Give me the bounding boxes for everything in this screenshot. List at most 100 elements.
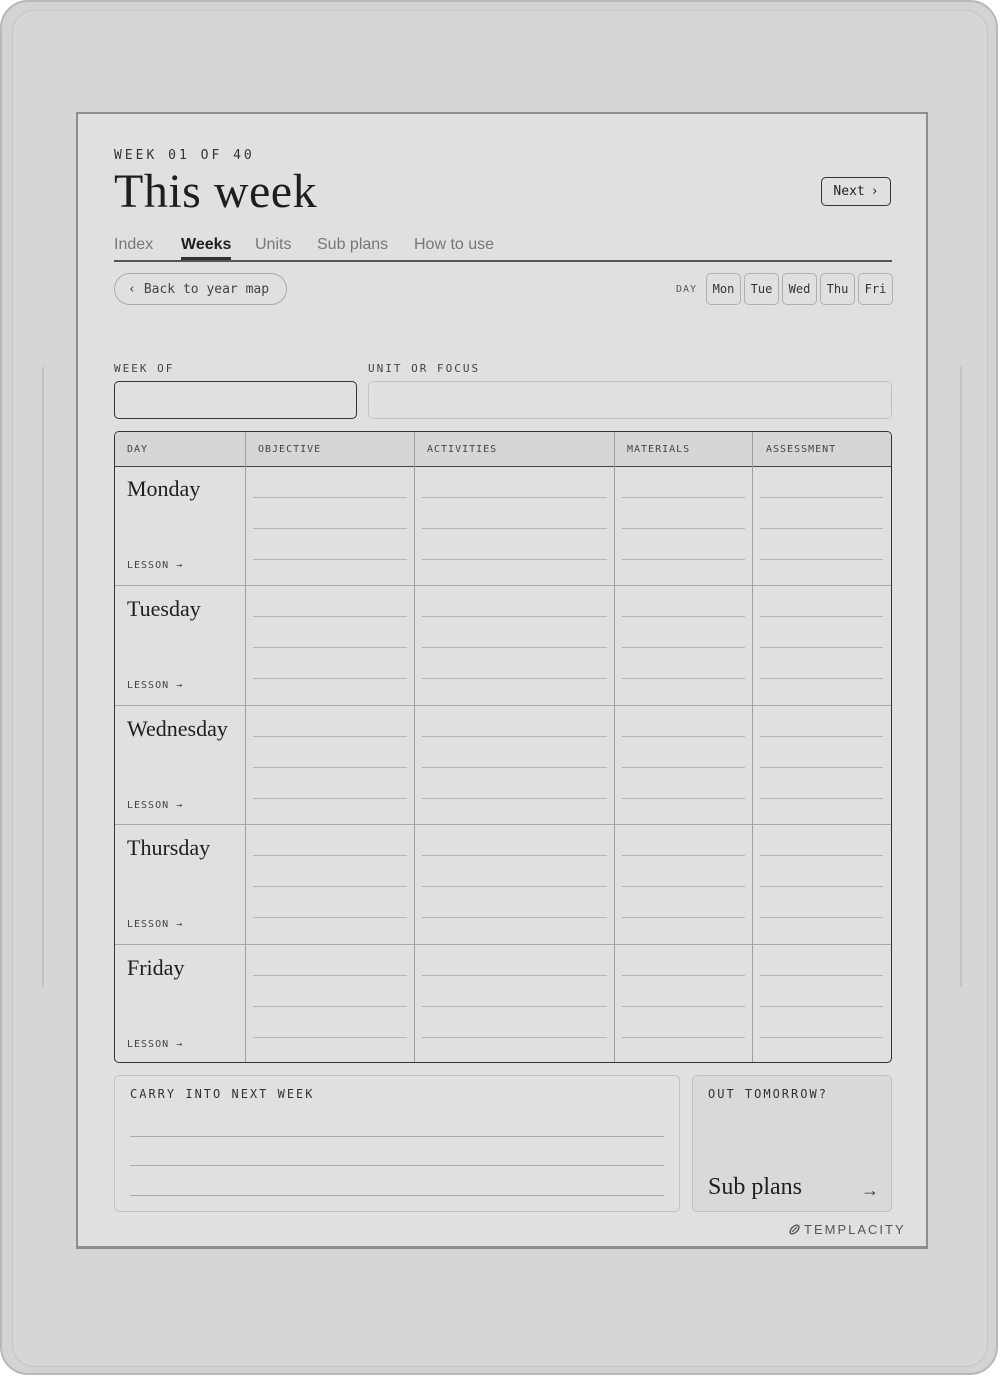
next-button[interactable]: Next ›	[821, 177, 891, 206]
day-pill-mon[interactable]: Mon	[706, 273, 741, 305]
tab-how-to-use[interactable]: How to use	[414, 236, 494, 254]
table-row[interactable]: Thursday LESSON →	[115, 824, 891, 944]
writing-line	[422, 917, 607, 918]
sub-plans-card[interactable]: OUT TOMORROW? Sub plans →	[692, 1075, 892, 1212]
day-name: Monday	[127, 476, 201, 501]
writing-line	[760, 798, 883, 799]
unit-focus-field[interactable]	[368, 381, 892, 419]
writing-line	[760, 855, 883, 856]
day-name: Wednesday	[127, 716, 228, 741]
lesson-link[interactable]: LESSON →	[127, 680, 183, 691]
writing-line	[422, 886, 607, 887]
column-divider	[752, 432, 753, 1062]
paperclip-icon	[789, 1224, 800, 1235]
writing-line	[622, 1037, 745, 1038]
table-row[interactable]: Wednesday LESSON →	[115, 705, 891, 825]
writing-line	[422, 767, 607, 768]
writing-line	[253, 616, 407, 617]
writing-line	[253, 736, 407, 737]
writing-line	[253, 1037, 407, 1038]
day-name: Friday	[127, 955, 185, 980]
day-pill-tue[interactable]: Tue	[744, 273, 779, 305]
writing-line	[253, 975, 407, 976]
writing-line	[422, 559, 607, 560]
arrow-right-icon: →	[861, 1180, 879, 1200]
lesson-link[interactable]: LESSON →	[127, 919, 183, 930]
column-divider	[614, 432, 615, 1062]
writing-line	[622, 975, 745, 976]
writing-line	[422, 975, 607, 976]
col-head-materials: MATERIALS	[627, 444, 691, 455]
writing-line	[422, 855, 607, 856]
lesson-link[interactable]: LESSON →	[127, 800, 183, 811]
writing-line	[760, 917, 883, 918]
brand-name: TEMPLACITY	[804, 1222, 906, 1237]
table-row[interactable]: Friday LESSON →	[115, 944, 891, 1062]
writing-line	[622, 1006, 745, 1007]
table-row[interactable]: Monday LESSON →	[115, 466, 891, 585]
tab-index[interactable]: Index	[114, 236, 153, 254]
writing-line	[253, 497, 407, 498]
day-pill-thu[interactable]: Thu	[820, 273, 855, 305]
next-button-label: Next	[833, 184, 865, 199]
writing-line	[622, 559, 745, 560]
writing-line	[760, 497, 883, 498]
planner-page: WEEK 01 OF 40 This week Next › Index Wee…	[76, 112, 928, 1249]
day-name: Thursday	[127, 835, 211, 860]
table-header: DAY OBJECTIVE ACTIVITIES MATERIALS ASSES…	[115, 432, 891, 467]
back-button-label: Back to year map	[143, 281, 270, 297]
writing-line	[422, 1006, 607, 1007]
day-pill-wed[interactable]: Wed	[782, 273, 817, 305]
out-tomorrow-label: OUT TOMORROW?	[708, 1087, 828, 1101]
writing-line	[622, 497, 745, 498]
writing-line	[253, 798, 407, 799]
writing-line	[760, 736, 883, 737]
week-of-label: WEEK OF	[114, 362, 175, 375]
lesson-link[interactable]: LESSON →	[127, 1039, 183, 1050]
day-pill-fri[interactable]: Fri	[858, 273, 893, 305]
writing-line	[622, 886, 745, 887]
writing-line	[622, 798, 745, 799]
writing-line	[760, 886, 883, 887]
writing-line	[422, 616, 607, 617]
writing-line	[622, 528, 745, 529]
bezel-groove-left	[42, 367, 44, 987]
writing-line	[622, 647, 745, 648]
back-to-year-map-button[interactable]: ‹ Back to year map	[114, 273, 287, 305]
writing-line	[253, 678, 407, 679]
col-head-day: DAY	[127, 444, 149, 455]
col-head-objective: OBJECTIVE	[258, 444, 322, 455]
writing-line	[622, 616, 745, 617]
unit-focus-label: UNIT OR FOCUS	[368, 362, 481, 375]
table-row[interactable]: Tuesday LESSON →	[115, 585, 891, 705]
writing-line	[760, 559, 883, 560]
page-title: This week	[114, 165, 318, 218]
writing-line	[253, 855, 407, 856]
col-head-assessment: ASSESSMENT	[766, 444, 837, 455]
writing-line	[622, 917, 745, 918]
writing-line	[760, 1037, 883, 1038]
tab-weeks[interactable]: Weeks	[181, 236, 232, 260]
bezel-groove-right	[960, 367, 962, 987]
writing-line	[253, 767, 407, 768]
tab-sub-plans[interactable]: Sub plans	[317, 236, 388, 254]
writing-line	[622, 855, 745, 856]
writing-line	[253, 886, 407, 887]
column-divider	[245, 432, 246, 1062]
writing-line	[130, 1136, 664, 1137]
writing-line	[760, 647, 883, 648]
carry-into-next-week-box[interactable]: CARRY INTO NEXT WEEK	[114, 1075, 680, 1212]
tab-units[interactable]: Units	[255, 236, 291, 254]
writing-line	[760, 975, 883, 976]
lesson-link[interactable]: LESSON →	[127, 560, 183, 571]
day-name: Tuesday	[127, 596, 201, 621]
day-selector-label: DAY	[676, 284, 698, 295]
brand-logo: TEMPLACITY	[788, 1222, 906, 1237]
writing-line	[760, 1006, 883, 1007]
writing-line	[760, 616, 883, 617]
writing-line	[422, 1037, 607, 1038]
week-of-field[interactable]	[114, 381, 357, 419]
tab-bar: Index Weeks Units Sub plans How to use	[114, 236, 892, 262]
writing-line	[253, 528, 407, 529]
sub-plans-link-label: Sub plans	[708, 1174, 803, 1200]
